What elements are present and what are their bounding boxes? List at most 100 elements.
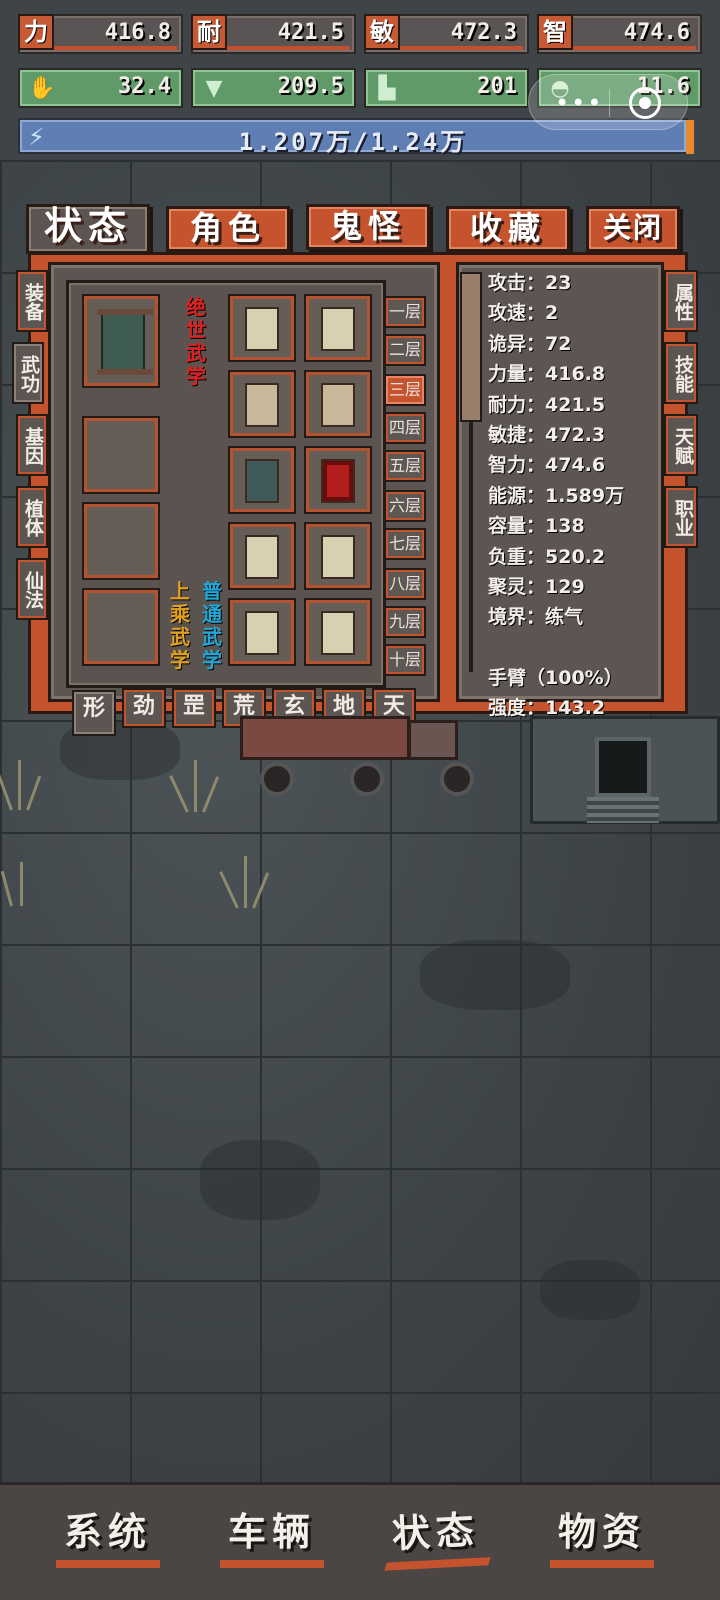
book-icon <box>321 535 355 579</box>
glyph-tab-form[interactable]: 形 <box>72 690 116 736</box>
nav-status[interactable]: 状态 <box>378 1497 494 1573</box>
close-target-icon[interactable] <box>629 87 661 119</box>
level-tab-10[interactable]: 十层 <box>384 644 426 676</box>
book-icon <box>321 459 355 503</box>
level-tab-3[interactable]: 三层 <box>384 374 426 406</box>
glyph-tab-force[interactable]: 劲 <box>122 688 166 728</box>
book-slot[interactable] <box>230 448 294 512</box>
side-tab-implant[interactable]: 植体 <box>16 486 48 548</box>
nav-vehicle[interactable]: 车辆 <box>216 1500 328 1570</box>
nav-system[interactable]: 系统 <box>52 1500 164 1570</box>
boot-icon: ▙ <box>378 76 396 101</box>
attribute-row: 诡异：72 <box>488 332 572 355</box>
stat-label: 耐 <box>191 14 227 50</box>
stat-value: 416.8 <box>104 20 171 45</box>
right-tab-attributes[interactable]: 属性 <box>664 270 698 332</box>
stat-glove: ✋ 32.4 <box>18 68 183 108</box>
nav-supplies[interactable]: 物资 <box>546 1500 658 1570</box>
bunker-entrance[interactable] <box>530 716 720 824</box>
book-icon <box>245 459 279 503</box>
attribute-row: 容量：138 <box>488 515 585 538</box>
nav-label: 车辆 <box>227 1510 316 1554</box>
level-tab-1[interactable]: 一层 <box>384 296 426 328</box>
book-slot[interactable] <box>230 372 294 436</box>
book-slot[interactable] <box>306 448 370 512</box>
attribute-row: 攻击：23 <box>488 272 572 294</box>
level-tab-9[interactable]: 九层 <box>384 606 426 638</box>
attribute-row: 能源：1.589万 <box>488 484 625 507</box>
stat-intelligence: 智 474.6 <box>537 14 702 54</box>
weed <box>0 750 42 811</box>
book-slot[interactable] <box>306 372 370 436</box>
book-slot[interactable] <box>306 524 370 588</box>
level-tab-2[interactable]: 二层 <box>384 334 426 366</box>
book-icon <box>245 535 279 579</box>
attributes-list: 攻击：23 攻速：2 诡异：72 力量：416.8 耐力：421.5 敏捷：472.3 智力… <box>488 268 662 724</box>
right-tab-skills[interactable]: 技能 <box>664 342 698 404</box>
advanced-slot-empty[interactable] <box>84 504 158 578</box>
side-tab-equipment[interactable]: 装备 <box>16 270 48 332</box>
scroll-icon <box>97 309 153 375</box>
level-tab-8[interactable]: 八层 <box>384 568 426 600</box>
book-icon <box>321 307 355 351</box>
attribute-row <box>488 633 662 663</box>
stat-agility: 敏 472.3 <box>364 14 529 54</box>
book-slot[interactable] <box>306 600 370 664</box>
right-tab-talent[interactable]: 天赋 <box>664 414 698 476</box>
stat-value: 201 <box>477 74 517 99</box>
attributes-scrollbar[interactable] <box>460 272 482 680</box>
book-slot[interactable] <box>230 600 294 664</box>
stat-armor: ▼ 209.5 <box>191 68 356 108</box>
level-tab-7[interactable]: 七层 <box>384 528 426 560</box>
tab-collection[interactable]: 收藏 <box>446 206 570 252</box>
attribute-row: 敏捷：472.3 <box>488 423 606 446</box>
attribute-row: 境界：练气 <box>488 606 584 629</box>
tab-status[interactable]: 状态 <box>26 204 150 254</box>
tab-character[interactable]: 角色 <box>166 206 290 252</box>
more-icon[interactable]: ••• <box>555 89 603 117</box>
glyph-tab-gang[interactable]: 罡 <box>172 688 216 728</box>
attribute-row: 负重：520.2 <box>488 545 606 568</box>
stat-endurance: 耐 421.5 <box>191 14 356 54</box>
scroll-thumb[interactable] <box>460 272 482 422</box>
mini-program-capsule: ••• <box>528 74 688 130</box>
side-tab-martial[interactable]: 武功 <box>12 342 44 404</box>
book-slot[interactable] <box>230 296 294 360</box>
attribute-row: 攻速：2 <box>488 302 559 325</box>
glove-icon: ✋ <box>28 76 56 101</box>
stat-value: 421.5 <box>277 20 344 45</box>
tab-monsters[interactable]: 鬼怪 <box>306 204 430 250</box>
level-tab-6[interactable]: 六层 <box>384 490 426 522</box>
level-tab-5[interactable]: 五层 <box>384 450 426 482</box>
attribute-row: 聚灵：129 <box>488 575 585 598</box>
level-tab-4[interactable]: 四层 <box>384 412 426 444</box>
book-slot[interactable] <box>306 296 370 360</box>
weed <box>169 752 220 813</box>
weed <box>0 846 40 907</box>
martial-scroll-slot[interactable] <box>84 296 158 386</box>
book-slot[interactable] <box>230 524 294 588</box>
stat-strength: 力 416.8 <box>18 14 183 54</box>
stat-value: 474.6 <box>623 20 690 45</box>
attribute-row: 力量：416.8 <box>488 363 606 386</box>
supreme-slot-empty[interactable] <box>84 418 158 492</box>
label-advanced-martial: 上乘武学 <box>170 579 190 672</box>
right-tab-profession[interactable]: 职业 <box>664 486 698 548</box>
book-icon <box>245 383 279 427</box>
energy-bar-cap <box>686 120 694 154</box>
nav-label: 系统 <box>63 1510 152 1554</box>
tab-close[interactable]: 关闭 <box>586 206 680 252</box>
label-normal-martial: 普通武学 <box>202 579 222 672</box>
tricycle-vehicle[interactable] <box>230 716 480 796</box>
advanced-slot-empty[interactable] <box>84 590 158 664</box>
nav-label: 物资 <box>557 1510 646 1554</box>
side-tab-immortal[interactable]: 仙法 <box>16 558 48 620</box>
book-icon <box>245 307 279 351</box>
attribute-row: 耐力：421.5 <box>488 393 606 416</box>
stat-label: 智 <box>537 14 573 50</box>
attribute-row: 手臂（100%） <box>488 667 623 690</box>
side-tab-gene[interactable]: 基因 <box>16 414 48 476</box>
book-icon <box>245 611 279 655</box>
stat-value: 472.3 <box>450 20 517 45</box>
stat-value: 209.5 <box>277 74 344 99</box>
